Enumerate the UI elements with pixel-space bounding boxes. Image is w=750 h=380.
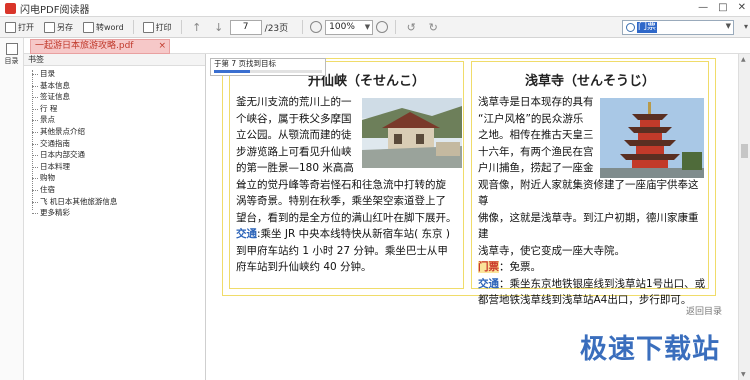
transport-line: 交通:乘坐 JR 中央本线特快从新宿车站( 东京 ) <box>236 226 457 243</box>
app-logo-icon <box>5 2 16 14</box>
toolbar-divider <box>302 20 304 34</box>
toc-label: 目录 <box>4 57 19 65</box>
print-button[interactable]: 打印 <box>138 18 177 37</box>
printer-icon <box>142 21 154 33</box>
text-line: 观音像，附近人家就集资修建了一座庙宇供奉这尊 <box>478 178 699 208</box>
search-icon <box>626 23 635 32</box>
toolbar: 打开 另存 转word 打印 ↑ ↓ 7 /23页 100% ▼ ↺ ↻ 门票 … <box>0 17 750 38</box>
scrollbar-thumb[interactable] <box>741 144 748 158</box>
save-icon <box>44 21 55 33</box>
search-value: 门票 <box>637 22 658 33</box>
left-rail: 目录 <box>0 38 24 380</box>
text-line: 府车站到升仙峡约 40 分钟。 <box>236 261 372 273</box>
document-tab-label: 一起游日本旅游攻略.pdf <box>35 41 134 51</box>
maximize-button[interactable]: □ <box>718 2 727 13</box>
tab-close-icon[interactable]: × <box>158 40 166 53</box>
save-as-button[interactable]: 另存 <box>39 18 78 37</box>
bookmark-item[interactable]: 行 程 <box>30 103 117 115</box>
previous-page-icon[interactable]: ↑ <box>186 21 208 34</box>
text-line: ：乘坐东京地铁银座线到浅草站1号出口、或 <box>499 277 706 290</box>
text-line: 都营地铁浅草线到浅草站A4出口，步行即可。 <box>478 294 692 306</box>
bookmark-item[interactable]: 基本信息 <box>30 80 117 92</box>
zoom-out-icon[interactable] <box>310 21 323 33</box>
open-label: 打开 <box>18 22 34 32</box>
text-line: ：免票。 <box>499 261 541 273</box>
article-sensoji: 浅草寺（せんそうじ） 浅草寺是日本现存的具有 “江户风格”的民众游乐 之地。相传… <box>471 61 709 306</box>
scroll-up-icon[interactable]: ▲ <box>741 56 746 63</box>
text-line: 佛像，这就是浅草寺。到江户初期，德川家康重建 <box>478 211 699 241</box>
window-controls: — □ ✕ <box>698 2 746 13</box>
find-result-popup: 于第 7 页找到目标 <box>210 58 326 76</box>
pdf-page: 升仙峡（そせんこ） 釜无川支流的荒川上的一 个峡谷，属于秩父多摩国 立公园。从颚… <box>222 58 716 306</box>
rotate-left-icon[interactable]: ↺ <box>400 21 422 34</box>
article-heading: 浅草寺（せんそうじ） <box>524 74 655 89</box>
word-icon <box>83 21 94 33</box>
toolbar-divider <box>395 20 397 34</box>
bookmark-item[interactable]: 目录 <box>30 68 117 80</box>
bookmark-header: 书签 <box>24 54 205 66</box>
bookmark-item[interactable]: 购物 <box>30 172 117 184</box>
document-viewer[interactable]: 于第 7 页找到目标 升仙峡（そせんこ） 釜无川支流的荒川上的一 个峡谷，属于秩… <box>206 54 738 380</box>
bookmark-item[interactable]: 其他景点介绍 <box>30 126 117 138</box>
bookmark-item[interactable]: 日本内部交通 <box>30 149 117 161</box>
close-button[interactable]: ✕ <box>738 2 746 13</box>
sensoji-pagoda-photo <box>600 98 704 178</box>
folder-icon <box>5 21 16 33</box>
article-shengxian: 升仙峡（そせんこ） 釜无川支流的荒川上的一 个峡谷，属于秩父多摩国 立公园。从颚… <box>229 61 464 289</box>
minimize-button[interactable]: — <box>698 2 708 13</box>
window-title: 闪电PDF阅读器 <box>20 4 90 16</box>
search-input[interactable]: 门票 ▼ <box>622 20 734 35</box>
zoom-value: 100% <box>329 21 355 32</box>
print-label: 打印 <box>155 22 172 32</box>
bookmark-item[interactable]: 交通指南 <box>30 138 117 150</box>
find-result-text: 于第 7 页找到目标 <box>214 59 277 68</box>
toc-icon[interactable] <box>5 43 18 55</box>
to-word-button[interactable]: 转word <box>78 18 129 37</box>
bookmark-item[interactable]: 签证信息 <box>30 91 117 103</box>
bookmark-item[interactable]: 日本料理 <box>30 161 117 173</box>
save-as-label: 另存 <box>57 22 73 32</box>
transport-label: 交通 <box>236 228 257 240</box>
zoom-select[interactable]: 100% ▼ <box>325 19 374 35</box>
page-total: /23页 <box>264 23 289 34</box>
to-word-label: 转word <box>96 22 124 32</box>
find-progress-bar <box>214 70 250 73</box>
back-to-toc-link[interactable]: 返回目录 <box>686 304 722 317</box>
bookmark-item[interactable]: 更多精彩 <box>30 207 117 219</box>
bookmark-panel: 书签 目录 基本信息 签证信息 行 程 景点 其他景点介绍 交通指南 日本内部交… <box>24 54 206 380</box>
document-tab[interactable]: 一起游日本旅游攻略.pdf × <box>30 39 170 54</box>
text-line: 耸立的觉丹峰等奇岩怪石和往急流中打转的旋 <box>236 178 446 191</box>
page-number-input[interactable]: 7 <box>229 19 262 35</box>
next-page-icon[interactable]: ↓ <box>208 21 230 34</box>
transport-line: 交通：乘坐东京地铁银座线到浅草站1号出口、或 <box>478 276 708 293</box>
transport-label: 交通 <box>478 277 499 290</box>
bookmark-item[interactable]: 飞 机日本其他旅游信息 <box>30 196 117 208</box>
text-line: 涡等奇景。特别在秋季，乘坐架空索道登上了 <box>236 195 446 207</box>
zoom-in-icon[interactable] <box>376 21 389 33</box>
chevron-down-icon: ▼ <box>364 22 371 31</box>
rotate-right-icon[interactable]: ↻ <box>422 21 444 34</box>
text-line: 望台，看到的是全方位的满山红叶在脚下展开。 <box>236 211 457 224</box>
bookmark-list: 目录 基本信息 签证信息 行 程 景点 其他景点介绍 交通指南 日本内部交通 日… <box>30 68 117 219</box>
shengxian-gorge-photo <box>362 98 462 168</box>
bookmark-item[interactable]: 景点 <box>30 114 117 126</box>
search-next-icon[interactable]: ▾ <box>744 22 748 31</box>
tab-bar: 一起游日本旅游攻略.pdf × <box>24 38 750 54</box>
toolbar-divider <box>180 20 182 34</box>
open-button[interactable]: 打开 <box>0 18 39 37</box>
vertical-scrollbar[interactable]: ▲ ▼ <box>738 54 750 380</box>
scroll-down-icon[interactable]: ▼ <box>741 371 746 378</box>
ticket-line: 门票：免票。 <box>478 259 708 276</box>
title-bar: 闪电PDF阅读器 — □ ✕ <box>0 0 750 17</box>
text-line: 到甲府车站约 1 小时 27 分钟。乘坐巴士从甲 <box>236 244 448 257</box>
toolbar-divider <box>132 20 134 34</box>
watermark: 极速下载站 <box>580 334 720 365</box>
text-line: :乘坐 JR 中央本线特快从新宿车站( 东京 ) <box>257 228 450 240</box>
text-line: 浅草寺，使它变成一座大寺院。 <box>478 244 625 257</box>
bookmark-item[interactable]: 住宿 <box>30 184 117 196</box>
chevron-down-icon[interactable]: ▼ <box>726 22 731 30</box>
ticket-label: 门票 <box>478 261 499 273</box>
